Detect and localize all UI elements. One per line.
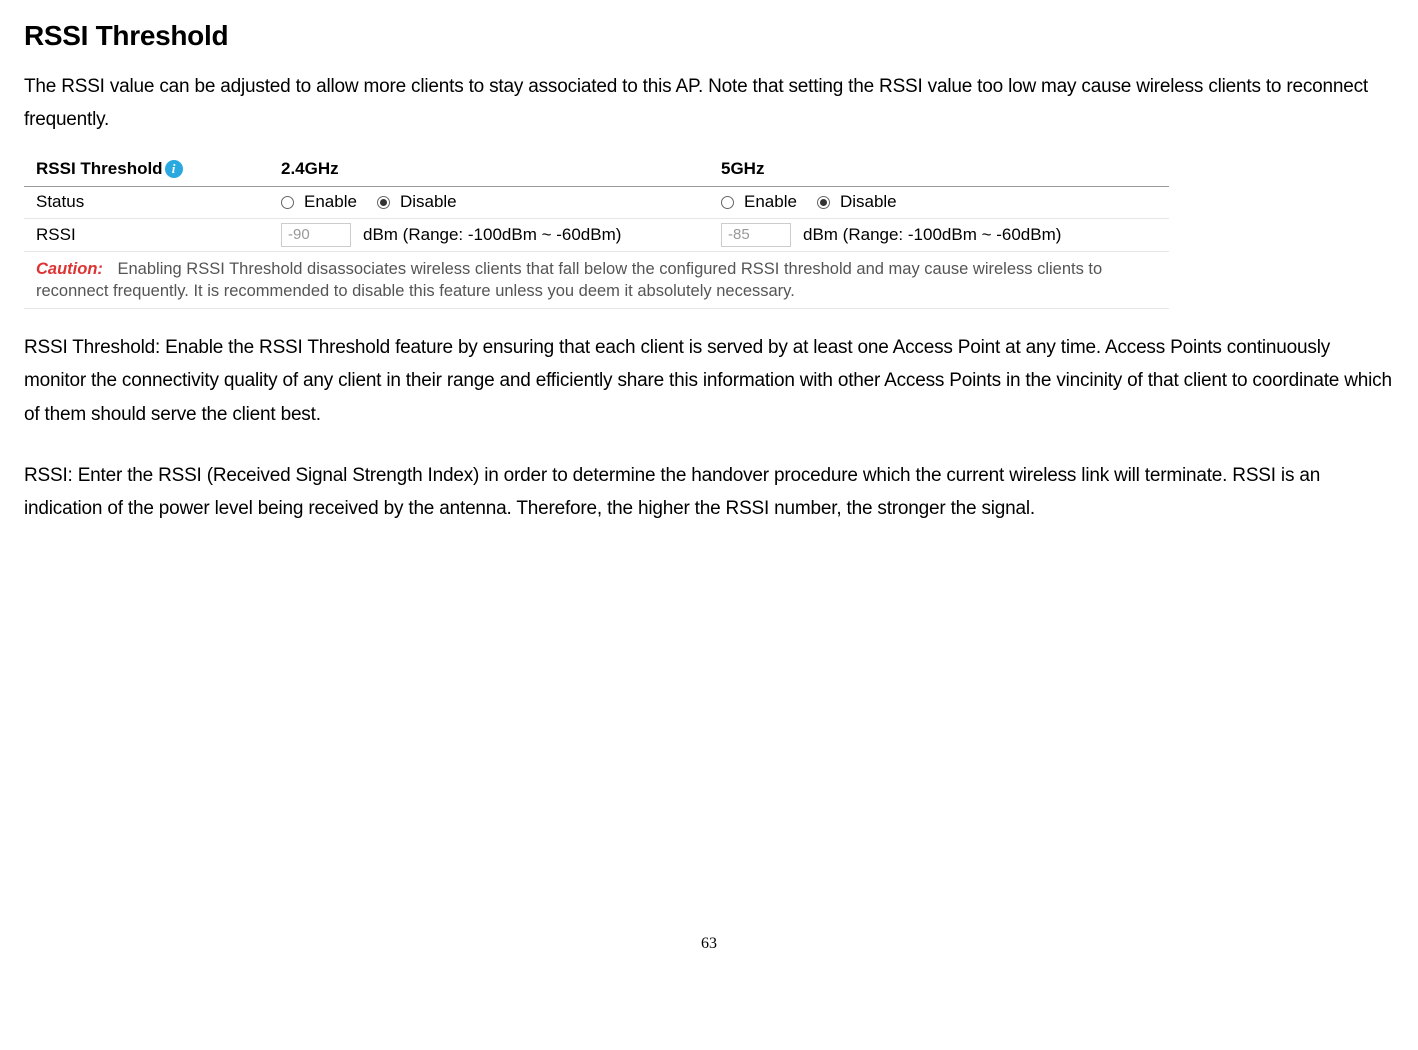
status-24-disable-radio[interactable] [377, 196, 390, 209]
caution-row: Caution: Enabling RSSI Threshold disasso… [24, 252, 1169, 310]
status-5ghz-group: Enable Disable [721, 192, 1161, 212]
rssi-label: RSSI [36, 225, 281, 245]
panel-header-label: RSSI Threshold i [36, 159, 281, 179]
status-5-enable-label: Enable [744, 192, 797, 212]
rssi-threshold-panel: RSSI Threshold i 2.4GHz 5GHz Status Enab… [24, 155, 1169, 310]
status-24ghz-group: Enable Disable [281, 192, 721, 212]
desc-rssi-threshold: RSSI Threshold: Enable the RSSI Threshol… [24, 331, 1394, 431]
panel-header-row: RSSI Threshold i 2.4GHz 5GHz [24, 155, 1169, 187]
rssi-24-unit: dBm (Range: -100dBm ~ -60dBm) [363, 225, 621, 245]
status-5-disable-label: Disable [840, 192, 897, 212]
status-5-enable-radio[interactable] [721, 196, 734, 209]
rssi-5-input[interactable] [721, 223, 791, 247]
status-label: Status [36, 192, 281, 212]
caution-text: Enabling RSSI Threshold disassociates wi… [36, 260, 1102, 300]
rssi-24-input[interactable] [281, 223, 351, 247]
caution-label: Caution: [36, 260, 103, 278]
intro-paragraph: The RSSI value can be adjusted to allow … [24, 70, 1394, 137]
rssi-5-unit: dBm (Range: -100dBm ~ -60dBm) [803, 225, 1061, 245]
header-24ghz: 2.4GHz [281, 159, 721, 179]
status-24-enable-radio[interactable] [281, 196, 294, 209]
info-icon[interactable]: i [165, 160, 183, 178]
desc-rssi: RSSI: Enter the RSSI (Received Signal St… [24, 459, 1394, 526]
status-24-enable-label: Enable [304, 192, 357, 212]
rssi-5ghz-group: dBm (Range: -100dBm ~ -60dBm) [721, 223, 1161, 247]
status-row: Status Enable Disable Enable Disable [24, 187, 1169, 219]
page-number: 63 [24, 935, 1394, 953]
header-label-text: RSSI Threshold [36, 159, 163, 179]
rssi-row: RSSI dBm (Range: -100dBm ~ -60dBm) dBm (… [24, 219, 1169, 252]
header-5ghz: 5GHz [721, 159, 1161, 179]
status-5-disable-radio[interactable] [817, 196, 830, 209]
rssi-24ghz-group: dBm (Range: -100dBm ~ -60dBm) [281, 223, 721, 247]
page-heading: RSSI Threshold [24, 20, 1394, 52]
status-24-disable-label: Disable [400, 192, 457, 212]
